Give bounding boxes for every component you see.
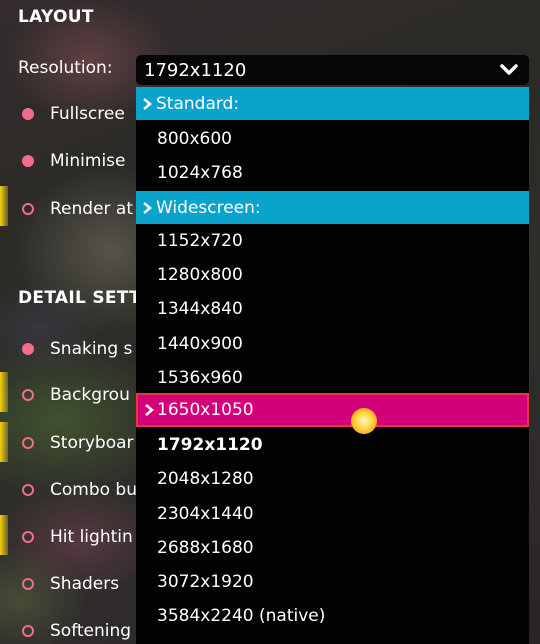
option-storyboard[interactable]: Storyboar <box>22 431 134 455</box>
option-label: Hit lightin <box>50 527 133 547</box>
option-label: Shaders <box>50 574 120 594</box>
option-combo-bursts[interactable]: Combo bu <box>22 478 137 502</box>
resolution-option[interactable]: 1152x720 <box>136 224 529 258</box>
option-hit-lighting[interactable]: Hit lightin <box>22 525 133 549</box>
resolution-option[interactable]: 1280x800 <box>136 258 529 292</box>
option-label: Storyboar <box>50 433 134 453</box>
resolution-option[interactable]: 1440x900 <box>136 327 529 361</box>
option-label: Minimise <box>50 151 126 171</box>
resolution-option-hovered[interactable]: 1650x1050 <box>136 393 529 427</box>
checkbox-off-icon <box>22 389 34 401</box>
checkbox-off-icon <box>22 578 34 590</box>
caret-right-icon <box>143 201 152 214</box>
resolution-label: Resolution: <box>18 58 113 78</box>
checkbox-on-icon <box>22 155 34 167</box>
checkbox-off-icon <box>22 437 34 449</box>
resolution-option[interactable]: 2304x1440 <box>136 497 529 531</box>
resolution-dropdown[interactable]: 1792x1120 <box>136 55 529 85</box>
option-label: Snaking s <box>50 339 133 359</box>
option-shaders[interactable]: Shaders <box>22 572 119 596</box>
side-marker <box>0 372 8 412</box>
side-marker <box>0 515 8 555</box>
option-label: Softening <box>50 621 132 641</box>
checkbox-off-icon <box>22 625 34 637</box>
option-background[interactable]: Backgrou <box>22 383 130 407</box>
resolution-option-current[interactable]: 1792x1120 <box>136 428 529 462</box>
resolution-dropdown-list[interactable]: Standard: 800x600 1024x768 Widescreen: 1… <box>136 87 529 644</box>
layout-section-title: LAYOUT <box>18 7 94 27</box>
option-label: Render at <box>50 199 134 219</box>
options-screen: LAYOUT Resolution: Fullscree Minimise Re… <box>0 0 540 644</box>
resolution-option[interactable]: 2048x1280 <box>136 462 529 496</box>
cursor-icon <box>351 408 377 434</box>
side-marker <box>0 422 8 462</box>
checkbox-on-icon <box>22 343 34 355</box>
resolution-option[interactable]: 800x600 <box>136 122 529 156</box>
caret-right-icon <box>143 97 152 110</box>
resolution-option[interactable]: 3584x2240 (native) <box>136 599 529 633</box>
checkbox-on-icon <box>22 108 34 120</box>
option-softening-filter[interactable]: Softening <box>22 619 131 643</box>
group-header-standard: Standard: <box>136 87 529 120</box>
option-render-at[interactable]: Render at <box>22 197 133 221</box>
resolution-current-value: 1792x1120 <box>144 59 247 81</box>
checkbox-off-icon <box>22 484 34 496</box>
detail-section-title: DETAIL SETTI <box>18 288 148 308</box>
option-fullscreen[interactable]: Fullscree <box>22 102 125 126</box>
resolution-option[interactable]: 1344x840 <box>136 292 529 326</box>
checkbox-off-icon <box>22 531 34 543</box>
resolution-option[interactable]: 1024x768 <box>136 156 529 190</box>
resolution-option[interactable]: 1536x960 <box>136 361 529 395</box>
option-label: Fullscree <box>50 104 125 124</box>
group-header-widescreen: Widescreen: <box>136 191 529 224</box>
option-minimise[interactable]: Minimise <box>22 149 126 173</box>
side-marker <box>0 186 8 226</box>
chevron-down-icon[interactable] <box>499 61 519 79</box>
resolution-option[interactable]: 3072x1920 <box>136 565 529 599</box>
option-snaking-sliders[interactable]: Snaking s <box>22 337 132 361</box>
option-label: Backgrou <box>50 385 130 405</box>
caret-right-icon <box>145 404 154 416</box>
option-label: Combo bu <box>50 480 137 500</box>
resolution-option[interactable]: 2688x1680 <box>136 531 529 565</box>
checkbox-off-icon <box>22 203 34 215</box>
